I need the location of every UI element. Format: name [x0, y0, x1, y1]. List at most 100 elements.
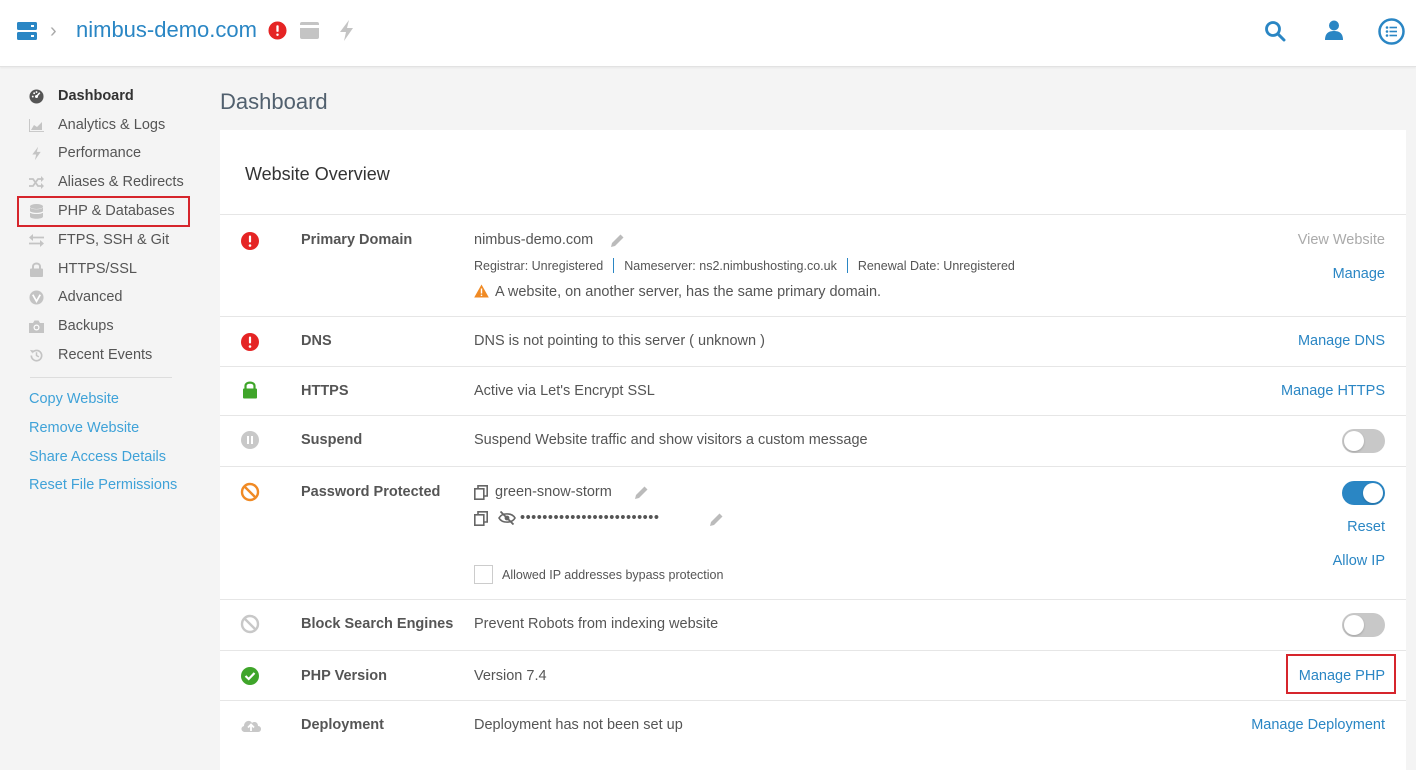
server-icon[interactable]	[17, 21, 37, 41]
toggle-knob	[1344, 431, 1364, 451]
row-label: Block Search Engines	[301, 616, 454, 632]
block-search-description: Prevent Robots from indexing website	[474, 616, 719, 632]
renewal-date-text: Renewal Date: Unregistered	[857, 259, 1015, 273]
password-protected-toggle[interactable]	[1342, 481, 1385, 505]
toggle-knob	[1363, 483, 1383, 503]
bypass-checkbox[interactable]	[474, 565, 493, 584]
reset-link[interactable]: Reset	[1347, 519, 1385, 535]
check-circle-icon	[241, 667, 259, 685]
suspend-description: Suspend Website traffic and show visitor…	[474, 432, 868, 448]
lock-icon	[28, 261, 44, 277]
sidebar-item-label: Dashboard	[58, 88, 134, 104]
php-version-row: PHP Version Version 7.4 Manage PHP	[220, 650, 1406, 700]
primary-domain-row: Primary Domain nimbus-demo.com Registrar…	[220, 214, 1406, 316]
site-title[interactable]: nimbus-demo.com	[76, 17, 257, 43]
password-masked: •••••••••••••••••••••••••	[520, 510, 660, 526]
row-label: HTTPS	[301, 383, 349, 399]
camera-icon	[28, 318, 44, 334]
row-label: Deployment	[301, 717, 384, 733]
registrar-text: Registrar: Unregistered	[474, 259, 604, 273]
sidebar-item-label: HTTPS/SSL	[58, 261, 137, 277]
sidebar-item-backups[interactable]: Backups	[28, 315, 114, 337]
edit-pencil-icon[interactable]	[610, 233, 625, 248]
suspend-row: Suspend Suspend Website traffic and show…	[220, 415, 1406, 466]
alert-icon[interactable]	[268, 21, 287, 40]
sidebar-divider	[30, 377, 172, 378]
search-icon[interactable]	[1264, 20, 1286, 42]
sidebar-item-label: Performance	[58, 145, 142, 161]
https-status-text: Active via Let's Encrypt SSL	[474, 383, 655, 399]
block-search-engines-row: Block Search Engines Prevent Robots from…	[220, 599, 1406, 650]
manage-domain-link[interactable]: Manage	[1333, 266, 1385, 282]
allow-ip-link[interactable]: Allow IP	[1333, 553, 1385, 569]
bolt-icon[interactable]	[338, 20, 355, 41]
username-value: green-snow-storm	[495, 484, 612, 500]
sidebar-item-label: FTPS, SSH & Git	[58, 232, 170, 248]
sidebar-item-label: Backups	[58, 318, 114, 334]
divider	[846, 258, 848, 273]
bypass-label: Allowed IP addresses bypass protection	[502, 568, 724, 582]
sidebar-item-ftps[interactable]: FTPS, SSH & Git	[28, 229, 169, 251]
toggle-knob	[1344, 615, 1364, 635]
card-icon[interactable]	[300, 22, 319, 39]
sidebar-item-performance[interactable]: Performance	[28, 142, 141, 164]
deployment-row: Deployment Deployment has not been set u…	[220, 700, 1406, 770]
edit-pencil-icon[interactable]	[709, 512, 724, 527]
reset-file-permissions-link[interactable]: Reset File Permissions	[29, 477, 177, 493]
row-label: Primary Domain	[301, 232, 413, 248]
sidebar-item-label: Recent Events	[58, 347, 153, 363]
copy-website-link[interactable]: Copy Website	[29, 391, 119, 407]
blocked-icon	[240, 482, 260, 502]
manage-https-link[interactable]: Manage HTTPS	[1281, 383, 1385, 399]
share-access-details-link[interactable]: Share Access Details	[29, 449, 166, 465]
warning-icon	[474, 284, 489, 298]
error-icon	[241, 333, 259, 351]
sidebar-item-recent-events[interactable]: Recent Events	[28, 344, 152, 366]
row-label: Password Protected	[301, 484, 441, 500]
advanced-icon	[28, 289, 44, 305]
copy-icon[interactable]	[474, 485, 488, 500]
bolt-icon	[28, 145, 44, 161]
blocked-icon	[240, 614, 260, 634]
block-search-toggle[interactable]	[1342, 613, 1385, 637]
view-website-link[interactable]: View Website	[1298, 232, 1385, 248]
dns-status-text: DNS is not pointing to this server ( unk…	[474, 333, 765, 349]
top-bar: › nimbus-demo.com	[0, 0, 1416, 67]
chart-icon	[28, 117, 44, 133]
chevron-right-icon: ›	[50, 20, 57, 42]
sidebar-item-https[interactable]: HTTPS/SSL	[28, 258, 137, 280]
row-label: PHP Version	[301, 668, 387, 684]
edit-pencil-icon[interactable]	[634, 485, 649, 500]
history-icon	[28, 347, 44, 363]
lock-icon	[243, 381, 257, 399]
sidebar-item-advanced[interactable]: Advanced	[28, 286, 123, 308]
sidebar-item-aliases[interactable]: Aliases & Redirects	[28, 171, 184, 193]
suspend-toggle[interactable]	[1342, 429, 1385, 453]
domain-details: Registrar: Unregistered Nameserver: ns2.n…	[474, 258, 1015, 273]
remove-website-link[interactable]: Remove Website	[29, 420, 139, 436]
menu-icon[interactable]	[1378, 18, 1405, 45]
copy-icon[interactable]	[474, 511, 488, 526]
dashboard-icon	[28, 88, 44, 104]
cloud-upload-icon	[241, 720, 261, 732]
transfer-icon	[28, 232, 44, 248]
highlight-box	[17, 196, 190, 227]
pause-icon	[241, 431, 259, 449]
eye-slash-icon[interactable]	[498, 511, 516, 525]
https-row: HTTPS Active via Let's Encrypt SSL Manag…	[220, 366, 1406, 415]
sidebar-item-label: Advanced	[58, 289, 123, 305]
sidebar-item-dashboard[interactable]: Dashboard	[28, 85, 134, 107]
php-version-value: Version 7.4	[474, 668, 547, 684]
divider	[613, 258, 615, 273]
user-icon[interactable]	[1324, 20, 1344, 40]
warning-text: A website, on another server, has the sa…	[495, 284, 882, 300]
manage-deployment-link[interactable]: Manage Deployment	[1251, 717, 1385, 733]
row-label: DNS	[301, 333, 332, 349]
row-label: Suspend	[301, 432, 363, 448]
dns-row: DNS DNS is not pointing to this server (…	[220, 316, 1406, 366]
sidebar-item-label: Aliases & Redirects	[58, 174, 184, 190]
manage-dns-link[interactable]: Manage DNS	[1298, 333, 1385, 349]
sidebar-item-analytics[interactable]: Analytics & Logs	[28, 114, 165, 136]
deployment-status-text: Deployment has not been set up	[474, 717, 683, 733]
page-title: Dashboard	[220, 89, 328, 114]
